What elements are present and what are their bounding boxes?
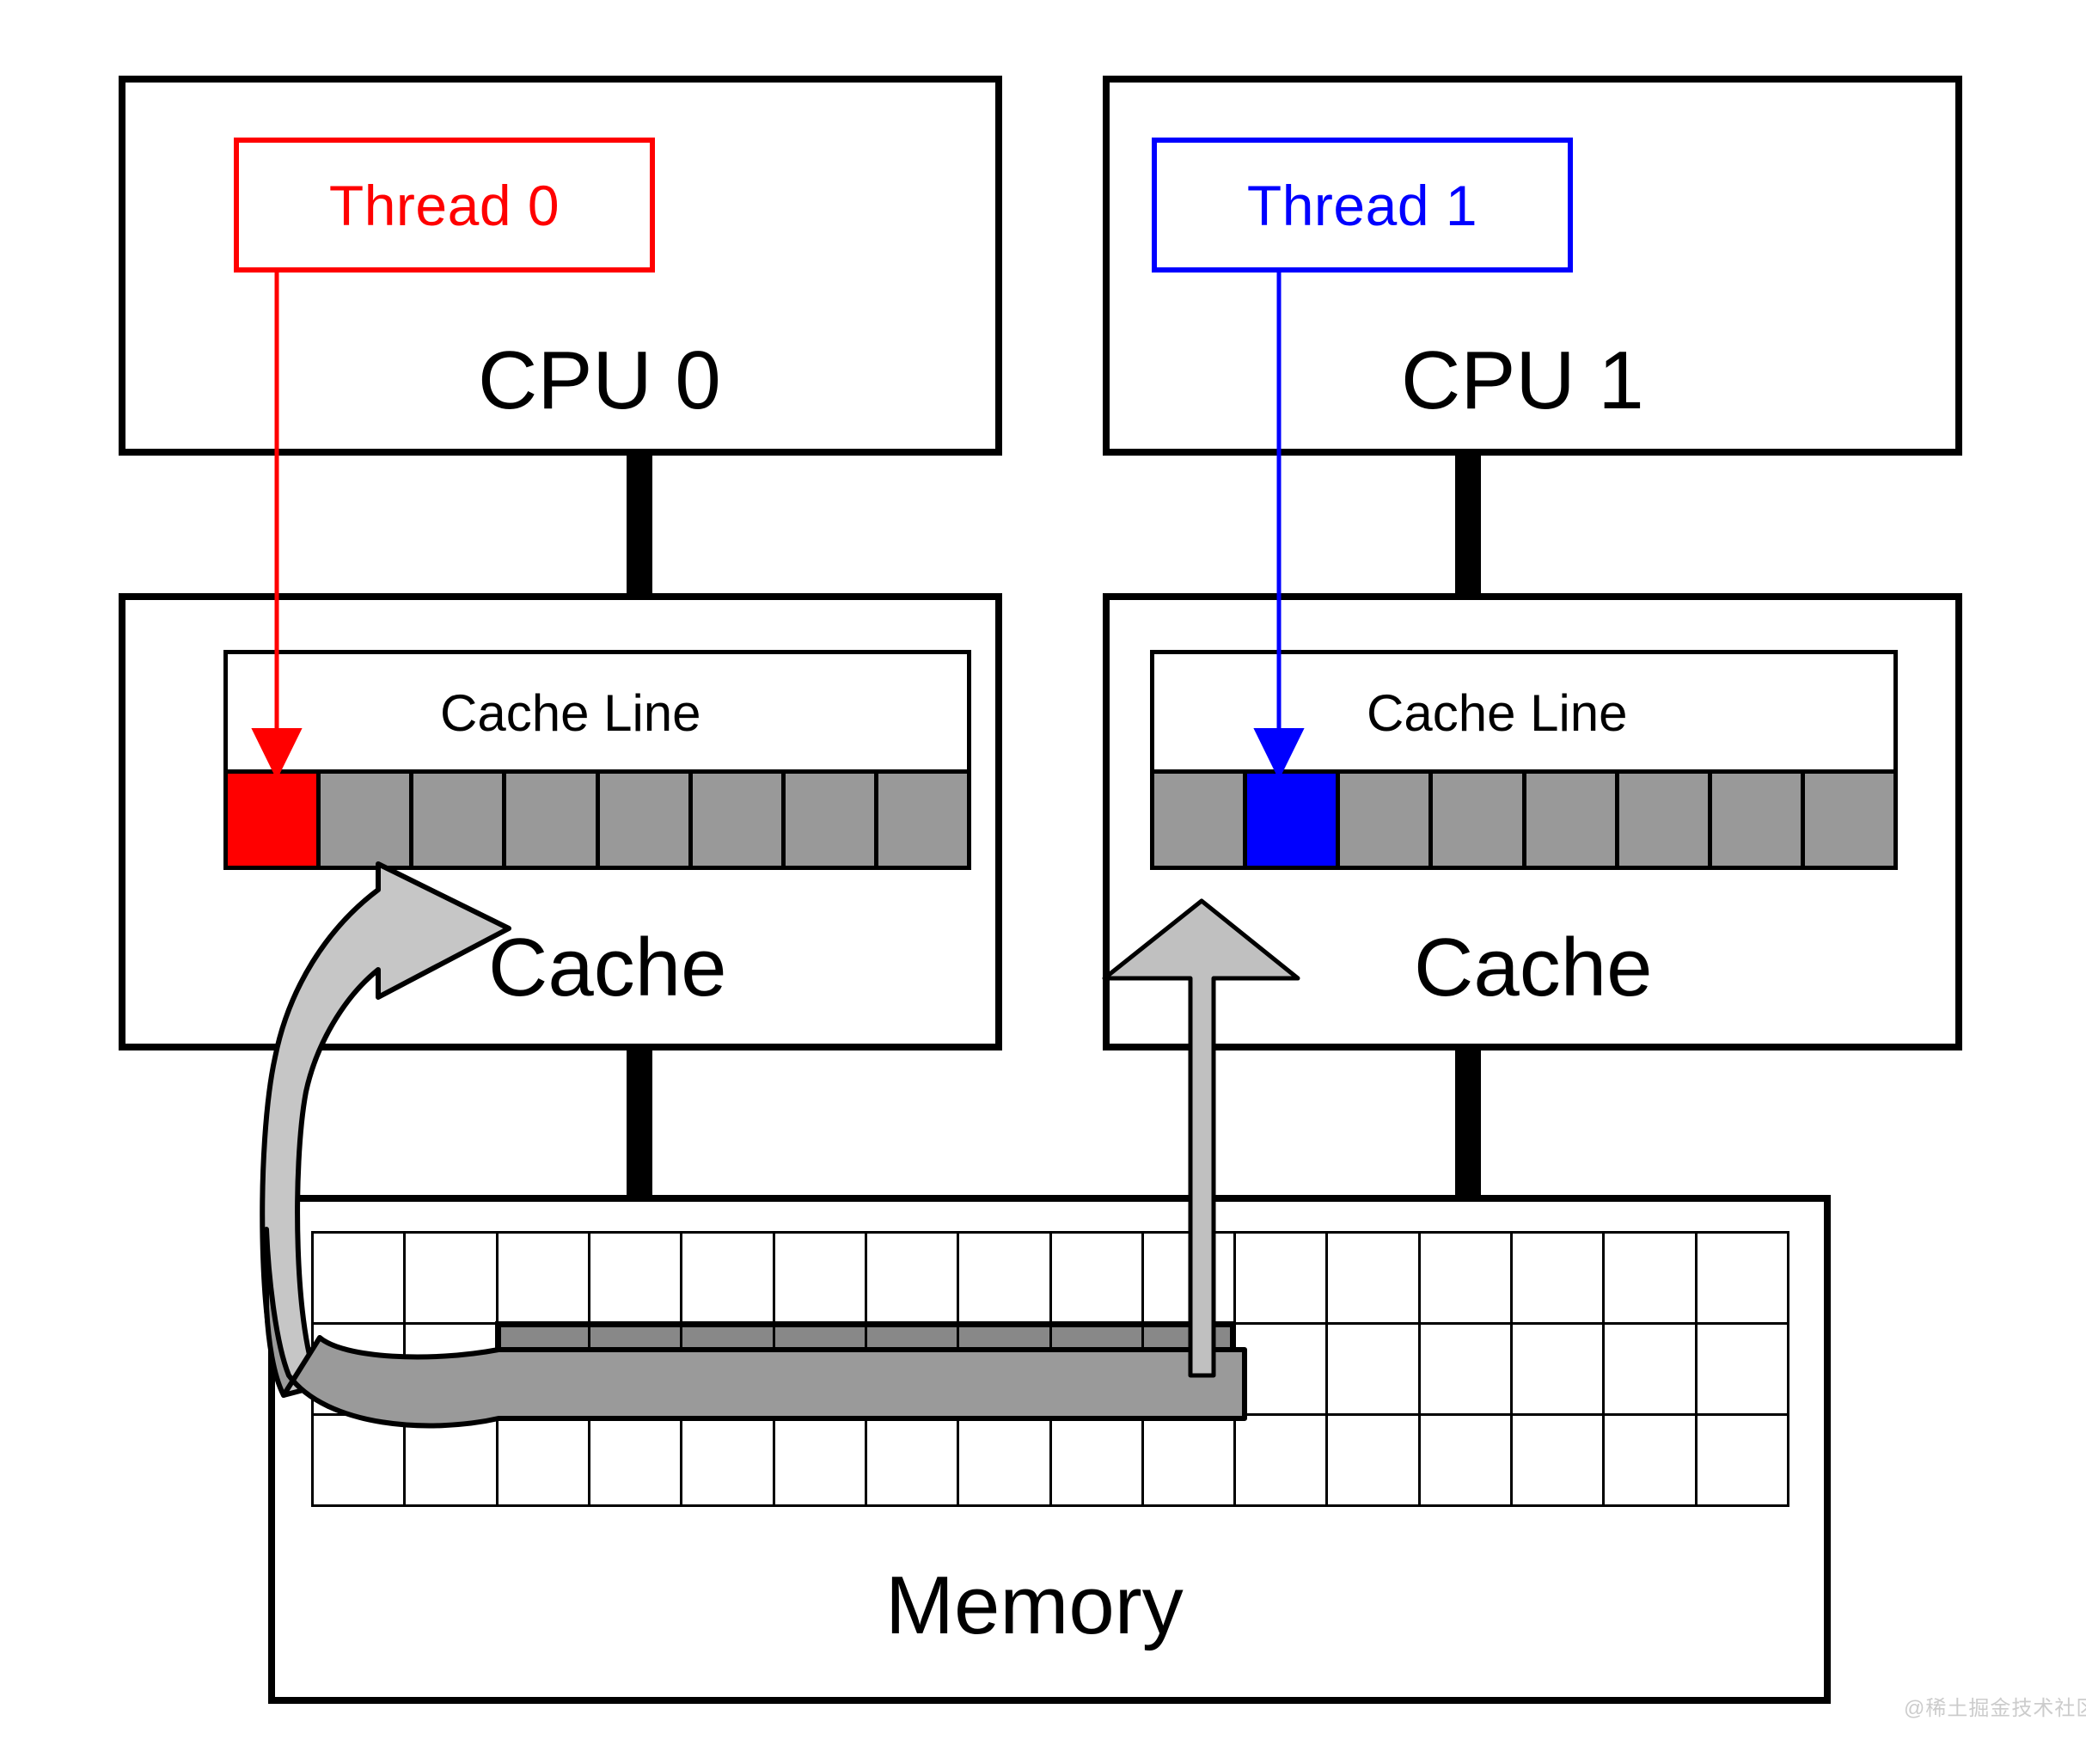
memory-cell-r1c11[interactable] (1328, 1325, 1418, 1413)
memory-cell-r2c13[interactable] (1513, 1416, 1603, 1504)
memory-cell-r2c12[interactable] (1420, 1416, 1511, 1504)
thread0-label: Thread 0 (328, 173, 560, 237)
memory-cell-r1c5[interactable] (774, 1325, 865, 1413)
memory-cell-r2c15[interactable] (1697, 1416, 1787, 1504)
cache1-cell-2[interactable] (1340, 774, 1434, 866)
memory-cell-r2c11[interactable] (1328, 1416, 1418, 1504)
memory-cell-r1c12[interactable] (1420, 1325, 1511, 1413)
memory-cell-r0c1[interactable] (406, 1234, 496, 1322)
cache0-cell-4[interactable] (599, 774, 693, 866)
site-watermark: @稀土掘金技术社区 (1904, 1697, 2086, 1720)
memory-cell-r0c6[interactable] (866, 1234, 957, 1322)
memory-cell-r1c6[interactable] (866, 1325, 957, 1413)
memory-cell-r1c4[interactable] (682, 1325, 773, 1413)
cache0-cell-2[interactable] (413, 774, 507, 866)
memory-cell-r1c7[interactable] (959, 1325, 1049, 1413)
cache0-line-cells (223, 769, 971, 870)
cache0-cell-0[interactable] (228, 774, 321, 866)
memory-cell-r1c0[interactable] (314, 1325, 404, 1413)
memory-cell-r2c10[interactable] (1236, 1416, 1326, 1504)
memory-cell-r2c5[interactable] (774, 1416, 865, 1504)
cache0-label: Cache (488, 922, 727, 1014)
cache0-cell-3[interactable] (506, 774, 600, 866)
cache1-cell-7[interactable] (1804, 774, 1893, 866)
memory-cell-r1c15[interactable] (1697, 1325, 1787, 1413)
cache1-line-label: Cache Line (1367, 684, 1628, 742)
cache1-cell-1[interactable] (1247, 774, 1341, 866)
cache1-cell-5[interactable] (1618, 774, 1712, 866)
memory-cell-r1c1[interactable] (406, 1325, 496, 1413)
cache1-cell-6[interactable] (1711, 774, 1805, 866)
cpu1-cache1-bus (1455, 456, 1481, 593)
memory-cell-r0c10[interactable] (1236, 1234, 1326, 1322)
memory-cell-r2c0[interactable] (314, 1416, 404, 1504)
memory-cell-r0c12[interactable] (1420, 1234, 1511, 1322)
cpu0-cache0-bus (627, 456, 652, 593)
memory-cell-r1c9[interactable] (1143, 1325, 1234, 1413)
cache1-label: Cache (1414, 922, 1653, 1014)
memory-cell-r0c7[interactable] (959, 1234, 1049, 1322)
cache1-cell-4[interactable] (1526, 774, 1619, 866)
cache1-memory-bus (1455, 1050, 1481, 1197)
cache0-memory-bus (627, 1050, 652, 1197)
memory-cell-r1c13[interactable] (1513, 1325, 1603, 1413)
cache0-cell-1[interactable] (321, 774, 414, 866)
memory-label: Memory (885, 1559, 1184, 1651)
memory-cell-r2c14[interactable] (1605, 1416, 1695, 1504)
memory-cell-r0c14[interactable] (1605, 1234, 1695, 1322)
cache0-cell-5[interactable] (692, 774, 786, 866)
memory-cell-r2c3[interactable] (590, 1416, 681, 1504)
memory-cell-r1c14[interactable] (1605, 1325, 1695, 1413)
memory-cell-r0c4[interactable] (682, 1234, 773, 1322)
thread1-label: Thread 1 (1246, 173, 1478, 237)
diagram-canvas: Thread 0 CPU 0 Cache Line Cache Thread 1… (0, 0, 2086, 1764)
cache0-line-label: Cache Line (440, 684, 701, 742)
memory-cell-r1c2[interactable] (498, 1325, 588, 1413)
cache1-cell-3[interactable] (1433, 774, 1526, 866)
memory-cell-r0c8[interactable] (1051, 1234, 1141, 1322)
memory-cell-r2c6[interactable] (866, 1416, 957, 1504)
memory-cell-r0c3[interactable] (590, 1234, 681, 1322)
memory-cell-r1c10[interactable] (1236, 1325, 1326, 1413)
memory-cell-r2c4[interactable] (682, 1416, 773, 1504)
cache0-cell-7[interactable] (878, 774, 967, 866)
memory-cell-r1c8[interactable] (1051, 1325, 1141, 1413)
memory-cell-r0c13[interactable] (1513, 1234, 1603, 1322)
memory-cell-r0c15[interactable] (1697, 1234, 1787, 1322)
memory-cell-r0c0[interactable] (314, 1234, 404, 1322)
memory-cell-r2c9[interactable] (1143, 1416, 1234, 1504)
memory-grid (311, 1231, 1789, 1507)
memory-cell-r0c2[interactable] (498, 1234, 588, 1322)
cpu1-label: CPU 1 (1401, 334, 1644, 426)
thread1-box[interactable]: Thread 1 (1152, 138, 1573, 273)
thread0-box[interactable]: Thread 0 (234, 138, 655, 273)
memory-cell-r2c1[interactable] (406, 1416, 496, 1504)
memory-cell-r0c9[interactable] (1143, 1234, 1234, 1322)
cache0-cell-6[interactable] (785, 774, 878, 866)
cache1-cell-0[interactable] (1154, 774, 1248, 866)
memory-cell-r1c3[interactable] (590, 1325, 681, 1413)
cache1-line-cells (1150, 769, 1898, 870)
memory-cell-r2c2[interactable] (498, 1416, 588, 1504)
memory-cell-r2c8[interactable] (1051, 1416, 1141, 1504)
memory-cell-r2c7[interactable] (959, 1416, 1049, 1504)
cpu0-label: CPU 0 (478, 334, 721, 426)
memory-cell-r0c11[interactable] (1328, 1234, 1418, 1322)
memory-cell-r0c5[interactable] (774, 1234, 865, 1322)
